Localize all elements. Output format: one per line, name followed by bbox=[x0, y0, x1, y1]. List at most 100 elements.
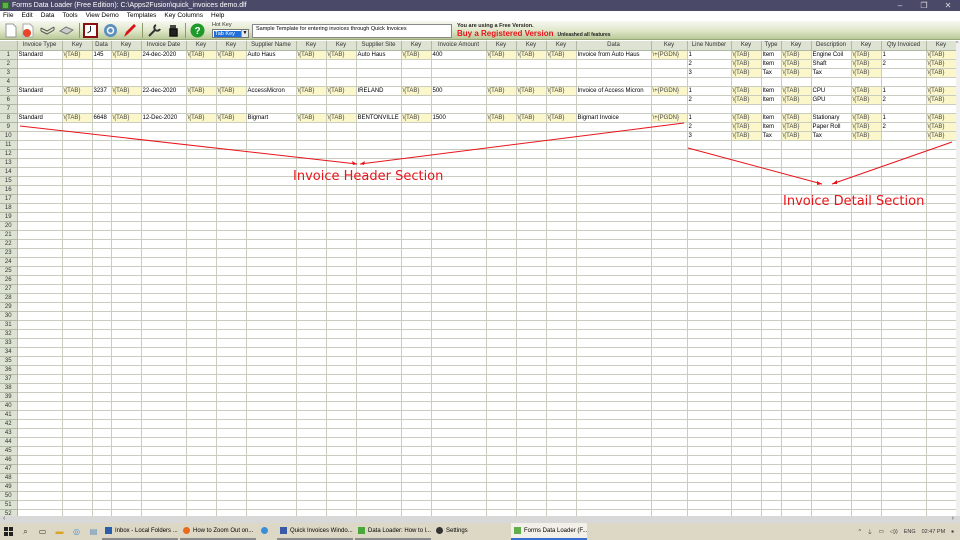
column-header[interactable]: Key bbox=[111, 41, 142, 51]
key-cell[interactable] bbox=[186, 455, 217, 465]
key-cell[interactable] bbox=[216, 95, 247, 105]
key-cell[interactable] bbox=[216, 338, 247, 348]
data-cell[interactable] bbox=[92, 302, 112, 312]
key-cell[interactable] bbox=[216, 455, 247, 465]
data-cell[interactable] bbox=[17, 248, 63, 258]
key-cell[interactable] bbox=[926, 194, 956, 204]
key-cell[interactable] bbox=[516, 68, 547, 78]
data-cell[interactable] bbox=[431, 284, 487, 294]
key-cell[interactable] bbox=[326, 374, 357, 384]
data-cell[interactable] bbox=[687, 455, 732, 465]
key-cell[interactable] bbox=[851, 509, 882, 516]
key-cell[interactable] bbox=[516, 500, 547, 510]
data-cell[interactable] bbox=[881, 464, 927, 474]
key-cell[interactable] bbox=[516, 419, 547, 429]
data-cell[interactable] bbox=[141, 365, 187, 375]
key-cell[interactable] bbox=[111, 212, 142, 222]
data-cell[interactable] bbox=[881, 446, 927, 456]
key-cell[interactable] bbox=[186, 158, 217, 168]
data-cell[interactable] bbox=[246, 491, 297, 501]
data-cell[interactable] bbox=[356, 149, 402, 159]
data-cell[interactable] bbox=[17, 221, 63, 231]
key-cell[interactable] bbox=[731, 356, 762, 366]
data-cell[interactable] bbox=[881, 455, 927, 465]
key-cell[interactable] bbox=[486, 401, 517, 411]
data-cell[interactable] bbox=[356, 392, 402, 402]
key-cell[interactable] bbox=[111, 437, 142, 447]
data-cell[interactable]: Item bbox=[761, 59, 782, 69]
data-cell[interactable] bbox=[356, 455, 402, 465]
key-cell[interactable]: \{TAB} bbox=[781, 68, 812, 78]
key-cell[interactable]: \{TAB} bbox=[326, 86, 357, 96]
key-cell[interactable] bbox=[731, 437, 762, 447]
data-cell[interactable]: CPU bbox=[811, 86, 852, 96]
key-cell[interactable] bbox=[486, 176, 517, 186]
key-cell[interactable] bbox=[186, 383, 217, 393]
tray-device-icon[interactable]: ⏚ bbox=[867, 528, 873, 536]
data-cell[interactable] bbox=[687, 302, 732, 312]
key-cell[interactable] bbox=[546, 122, 577, 132]
data-cell[interactable] bbox=[811, 140, 852, 150]
key-cell[interactable]: \{TAB} bbox=[731, 122, 762, 132]
key-cell[interactable] bbox=[111, 500, 142, 510]
key-cell[interactable] bbox=[851, 212, 882, 222]
key-cell[interactable]: \+{PGDN} bbox=[651, 86, 688, 96]
key-cell[interactable] bbox=[486, 356, 517, 366]
key-cell[interactable] bbox=[326, 410, 357, 420]
data-cell[interactable] bbox=[881, 248, 927, 258]
data-cell[interactable]: Tax bbox=[811, 68, 852, 78]
key-cell[interactable] bbox=[111, 365, 142, 375]
data-cell[interactable] bbox=[92, 320, 112, 330]
key-cell[interactable] bbox=[296, 104, 327, 114]
data-cell[interactable] bbox=[576, 464, 652, 474]
key-cell[interactable] bbox=[62, 320, 93, 330]
data-cell[interactable] bbox=[576, 410, 652, 420]
data-cell[interactable]: Item bbox=[761, 122, 782, 132]
key-cell[interactable] bbox=[186, 437, 217, 447]
key-cell[interactable] bbox=[62, 68, 93, 78]
data-cell[interactable] bbox=[92, 95, 112, 105]
data-cell[interactable] bbox=[141, 239, 187, 249]
key-cell[interactable]: \{TAB} bbox=[781, 59, 812, 69]
key-cell[interactable] bbox=[651, 473, 688, 483]
data-cell[interactable] bbox=[881, 176, 927, 186]
key-cell[interactable] bbox=[401, 266, 432, 276]
key-cell[interactable] bbox=[216, 185, 247, 195]
data-cell[interactable] bbox=[761, 356, 782, 366]
row-number[interactable]: 30 bbox=[0, 311, 18, 321]
key-cell[interactable] bbox=[546, 392, 577, 402]
key-cell[interactable] bbox=[926, 239, 956, 249]
data-cell[interactable] bbox=[881, 77, 927, 87]
key-cell[interactable] bbox=[62, 302, 93, 312]
key-cell[interactable] bbox=[651, 149, 688, 159]
data-cell[interactable] bbox=[761, 383, 782, 393]
column-header[interactable]: Key bbox=[216, 41, 247, 51]
key-cell[interactable] bbox=[851, 185, 882, 195]
key-cell[interactable] bbox=[326, 284, 357, 294]
key-cell[interactable] bbox=[546, 419, 577, 429]
data-cell[interactable] bbox=[141, 473, 187, 483]
key-cell[interactable] bbox=[731, 374, 762, 384]
data-cell[interactable] bbox=[576, 311, 652, 321]
data-cell[interactable] bbox=[431, 140, 487, 150]
key-cell[interactable]: \{TAB} bbox=[401, 113, 432, 123]
key-cell[interactable]: \{TAB} bbox=[731, 59, 762, 69]
data-cell[interactable] bbox=[761, 275, 782, 285]
help-icon[interactable]: ? bbox=[190, 23, 205, 38]
data-cell[interactable] bbox=[17, 59, 63, 69]
data-cell[interactable] bbox=[576, 275, 652, 285]
key-cell[interactable] bbox=[781, 410, 812, 420]
key-cell[interactable] bbox=[111, 266, 142, 276]
key-cell[interactable] bbox=[296, 437, 327, 447]
column-header[interactable]: Key bbox=[186, 41, 217, 51]
key-cell[interactable] bbox=[781, 185, 812, 195]
data-cell[interactable] bbox=[687, 356, 732, 366]
data-cell[interactable] bbox=[92, 500, 112, 510]
key-cell[interactable] bbox=[111, 491, 142, 501]
key-cell[interactable]: \{TAB} bbox=[926, 50, 956, 60]
data-cell[interactable] bbox=[431, 491, 487, 501]
data-cell[interactable] bbox=[761, 410, 782, 420]
key-cell[interactable] bbox=[486, 284, 517, 294]
key-cell[interactable] bbox=[296, 374, 327, 384]
key-cell[interactable] bbox=[111, 167, 142, 177]
